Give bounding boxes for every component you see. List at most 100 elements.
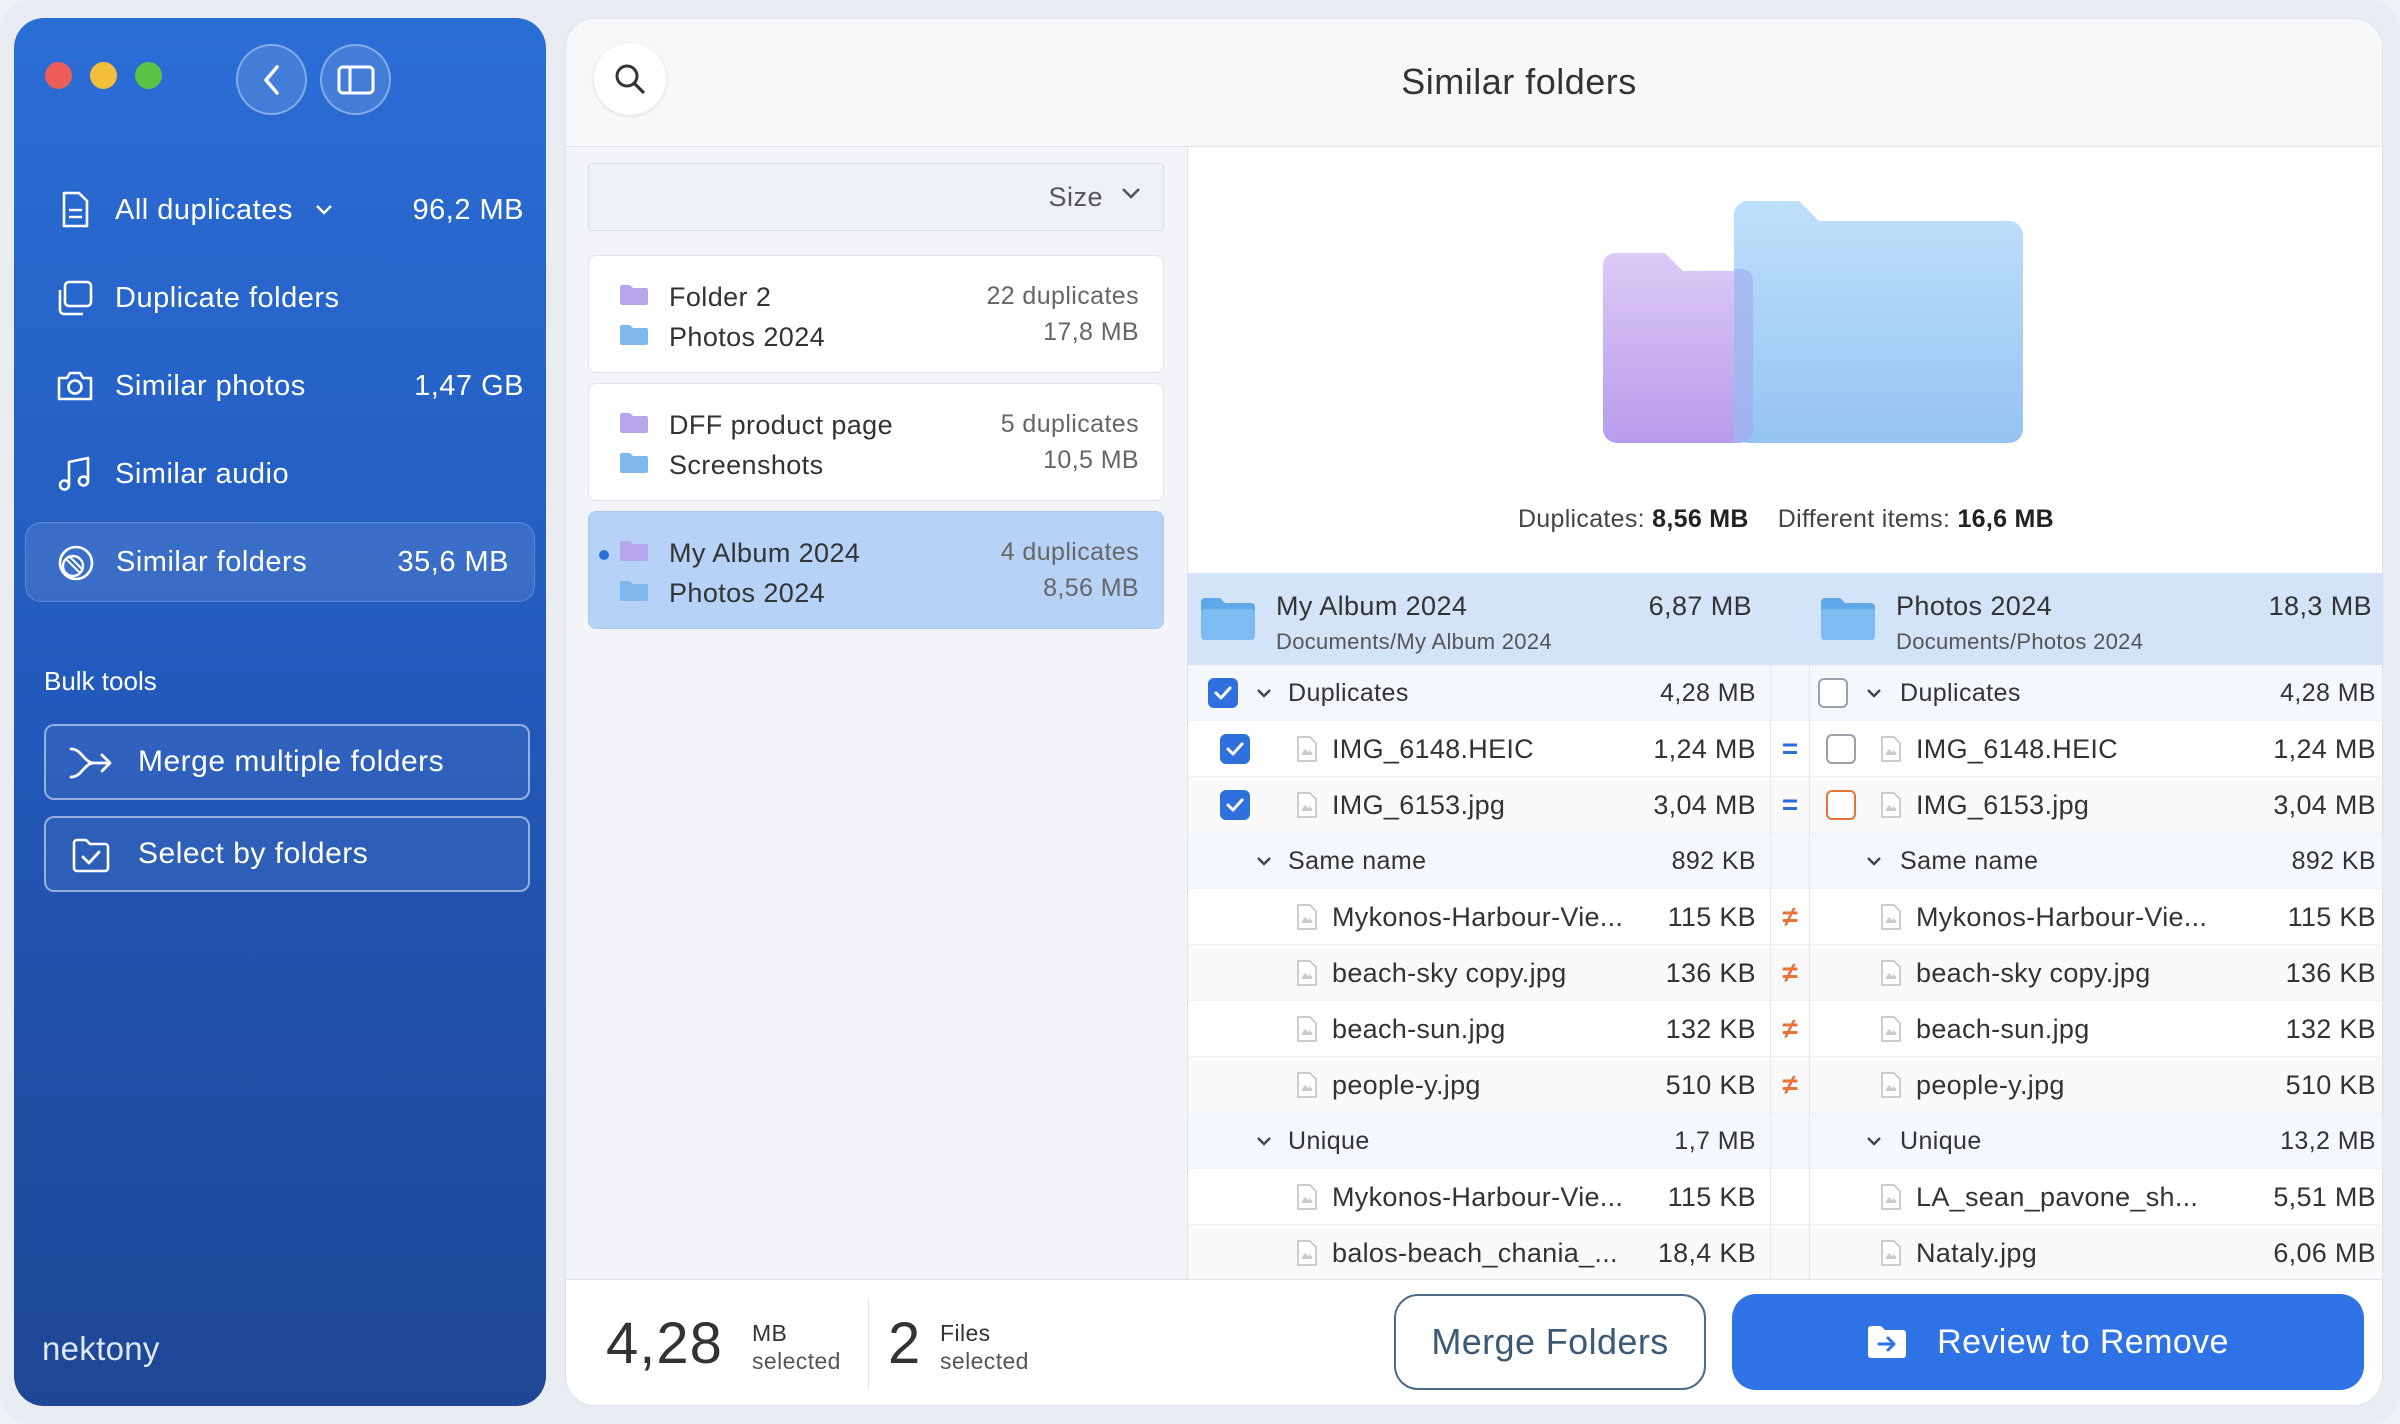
select-by-folders-button[interactable]: Select by folders <box>44 816 530 892</box>
group-name: Same name <box>1288 847 1427 875</box>
chevron-down-icon[interactable] <box>1864 1131 1884 1151</box>
zoom-window-button[interactable] <box>135 62 162 89</box>
document-icon <box>62 191 89 228</box>
file-row[interactable]: Mykonos-Harbour-Vie... 115 KB LA_sean_pa… <box>1188 1169 2382 1225</box>
file-row[interactable]: balos-beach_chania_... 18,4 KB Nataly.jp… <box>1188 1225 2382 1281</box>
duplicates-count: 22 duplicates <box>986 282 1139 310</box>
selected-files-unit: Files <box>940 1320 991 1346</box>
sort-dropdown[interactable]: Size <box>588 163 1164 231</box>
chevron-down-icon[interactable] <box>1864 683 1884 703</box>
chevron-down-icon <box>1122 188 1140 199</box>
file-size: 510 KB <box>1665 1070 1756 1100</box>
duplicates-count: 5 duplicates <box>1000 410 1139 438</box>
checkbox-checked[interactable] <box>1220 790 1250 820</box>
footer-divider <box>868 1298 869 1390</box>
file-icon <box>1881 1072 1901 1098</box>
file-size: 510 KB <box>2285 1070 2376 1100</box>
file-row[interactable]: IMG_6148.HEIC 1,24 MB = IMG_6148.HEIC 1,… <box>1188 721 2382 777</box>
folder-check-icon <box>72 838 110 873</box>
file-size: 136 KB <box>2285 958 2376 988</box>
sidebar-item-similar-audio[interactable]: Similar audio <box>25 434 549 514</box>
equal-icon: = <box>1770 721 1810 777</box>
file-row[interactable]: Mykonos-Harbour-Vie... 115 KB ≠ Mykonos-… <box>1188 889 2382 945</box>
file-size: 1,24 MB <box>1653 734 1756 764</box>
file-icon <box>1297 1184 1317 1210</box>
file-icon <box>1297 960 1317 986</box>
minimize-window-button[interactable] <box>90 62 117 89</box>
folder-icon <box>1201 598 1255 640</box>
sidebar-item-label: Similar folders <box>116 545 308 578</box>
file-size: 5,51 MB <box>2273 1182 2376 1212</box>
group-size: 892 KB <box>2291 847 2376 875</box>
chevron-down-icon[interactable] <box>1254 851 1274 871</box>
selected-size-label: selected <box>752 1348 841 1374</box>
chevron-down-icon[interactable] <box>1254 1131 1274 1151</box>
review-to-remove-button[interactable]: Review to Remove <box>1732 1294 2364 1390</box>
group-size: 4,28 MB <box>1660 679 1756 707</box>
folder-icon <box>620 285 648 305</box>
right-folder-size: 18,3 MB <box>2268 591 2372 621</box>
folder-pair-item[interactable]: Folder 2 Photos 2024 22 duplicates 17,8 … <box>588 255 1164 373</box>
selection-dot <box>599 550 609 560</box>
merge-multiple-folders-button[interactable]: Merge multiple folders <box>44 724 530 800</box>
file-row[interactable]: IMG_6153.jpg 3,04 MB = IMG_6153.jpg 3,04… <box>1188 777 2382 833</box>
selected-size-unit: MB <box>752 1320 788 1346</box>
chevron-down-icon[interactable] <box>1254 683 1274 703</box>
file-name: IMG_6153.jpg <box>1332 790 1506 820</box>
group-name: Duplicates <box>1288 679 1409 707</box>
checkbox-unchecked[interactable] <box>1818 678 1848 708</box>
folder-name: My Album 2024 <box>669 538 861 568</box>
back-button[interactable] <box>236 44 307 115</box>
sidebar-item-duplicate-folders[interactable]: Duplicate folders <box>25 258 549 338</box>
file-name: Nataly.jpg <box>1916 1238 2038 1268</box>
selected-files-value: 2 <box>888 1311 922 1376</box>
file-row[interactable]: beach-sky copy.jpg 136 KB ≠ beach-sky co… <box>1188 945 2382 1001</box>
bulk-button-label: Select by folders <box>138 837 369 870</box>
pair-size: 10,5 MB <box>1043 446 1139 474</box>
different-items-value: 16,6 MB <box>1957 505 2055 533</box>
sidebar-item-similar-photos[interactable]: Similar photos 1,47 GB <box>25 346 549 426</box>
chevron-left-icon <box>263 64 279 95</box>
group-size: 1,7 MB <box>1674 1127 1756 1155</box>
folders-illustration <box>1603 201 2023 443</box>
folder-pairs-list: Size Folder 2 Photos 2024 22 duplicates … <box>566 147 1188 1279</box>
file-icon <box>1881 736 1901 762</box>
folder-icon <box>620 541 648 561</box>
file-icon <box>1881 1184 1901 1210</box>
file-size: 18,4 KB <box>1657 1238 1756 1268</box>
sidebar-item-all-duplicates[interactable]: All duplicates 96,2 MB <box>25 170 549 250</box>
selected-size-value: 4,28 <box>606 1311 723 1376</box>
file-size: 115 KB <box>1667 902 1756 932</box>
left-folder-size: 6,87 MB <box>1648 591 1752 621</box>
folders-icon <box>58 280 93 316</box>
merge-folders-button[interactable]: Merge Folders <box>1394 1294 1706 1390</box>
folder-pair-item[interactable]: DFF product page Screenshots 5 duplicate… <box>588 383 1164 501</box>
folder-name: Photos 2024 <box>669 322 826 352</box>
folder-pair-item-selected[interactable]: My Album 2024 Photos 2024 4 duplicates 8… <box>588 511 1164 629</box>
file-name: people-y.jpg <box>1916 1070 2065 1100</box>
group-size: 13,2 MB <box>2280 1127 2376 1155</box>
comparison-detail: Duplicates: 8,56 MB Different items: 16,… <box>1188 147 2382 1281</box>
left-folder-name: My Album 2024 <box>1276 591 1468 621</box>
file-row[interactable]: people-y.jpg 510 KB ≠ people-y.jpg 510 K… <box>1188 1057 2382 1113</box>
checkbox-checked[interactable] <box>1208 678 1238 708</box>
toggle-sidebar-button[interactable] <box>320 44 391 115</box>
checkbox-unchecked[interactable] <box>1826 734 1856 764</box>
file-size: 3,04 MB <box>1653 790 1756 820</box>
checkbox-unchecked-warning[interactable] <box>1826 790 1856 820</box>
checkbox-checked[interactable] <box>1220 734 1250 764</box>
chevron-down-icon[interactable] <box>1864 851 1884 871</box>
similar-folders-icon <box>58 545 94 581</box>
folder-name: DFF product page <box>669 410 894 440</box>
sidebar-item-label: Similar audio <box>115 457 290 490</box>
file-row[interactable]: beach-sun.jpg 132 KB ≠ beach-sun.jpg 132… <box>1188 1001 2382 1057</box>
not-equal-icon: ≠ <box>1770 945 1810 1001</box>
app-window: All duplicates 96,2 MB Duplicate folders… <box>0 0 2400 1424</box>
sidebar-item-similar-folders[interactable]: Similar folders 35,6 MB <box>25 522 535 602</box>
close-window-button[interactable] <box>45 62 72 89</box>
file-name: IMG_6153.jpg <box>1916 790 2090 820</box>
file-icon <box>1881 792 1901 818</box>
folder-name: Screenshots <box>669 450 824 480</box>
file-icon <box>1297 904 1317 930</box>
folder-icon <box>1821 598 1875 640</box>
